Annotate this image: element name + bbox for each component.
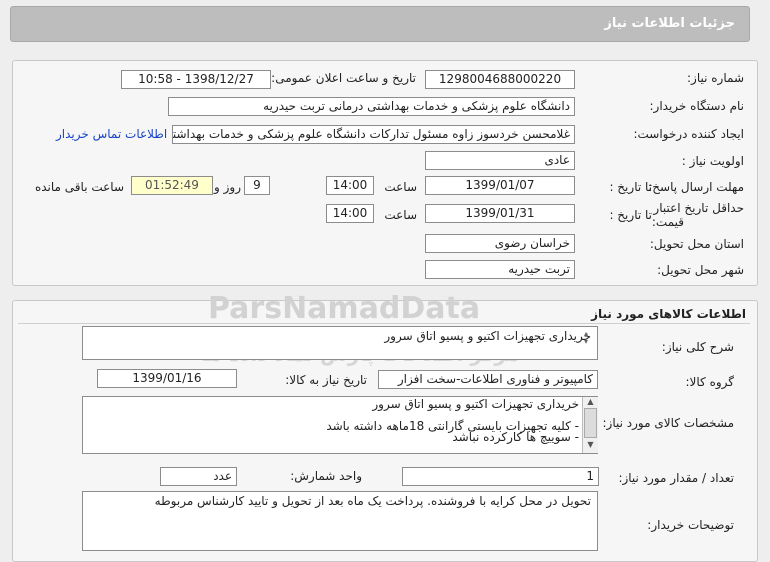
validity-label-line1: حداقل تاریخ اعتبار — [653, 201, 744, 215]
desc-scroll-arrows-icon[interactable]: ▴ ▾ — [584, 330, 588, 346]
goods-group-label: گروه کالا: — [685, 375, 735, 389]
reply-hour-label: ساعت — [384, 180, 417, 194]
scroll-thumb[interactable] — [584, 408, 597, 438]
reply-date-field: 1399/01/07 — [425, 176, 575, 195]
desc-text: خریداری تجهیزات اکتیو و پسیو اتاق سرور — [384, 329, 591, 343]
announce-field: 1398/12/27 - 10:58 — [121, 70, 271, 89]
buyer-notes-label: توضیحات خریدار: — [647, 518, 734, 532]
creator-label: ایجاد کننده درخواست: — [633, 127, 744, 141]
qty-label: تعداد / مقدار مورد نیاز: — [618, 471, 734, 485]
need-number-label: شماره نیاز: — [687, 71, 744, 85]
buyer-notes-text: تحویل در محل کرایه با فروشنده. پرداخت یک… — [154, 494, 591, 508]
reply-time-field: 14:00 — [326, 176, 374, 195]
validity-to-date-label: تا تاریخ : — [609, 208, 652, 222]
desc-field: خریداری تجهیزات اکتیو و پسیو اتاق سرور — [82, 326, 598, 360]
reply-to-date-label: تا تاریخ : — [609, 180, 652, 194]
unit-field: عدد — [160, 467, 237, 486]
spec-line: خریداری تجهیزات اکتیو و پسیو اتاق سرور — [372, 397, 579, 411]
city-field: تربت حیدریه — [425, 260, 575, 279]
validity-label-line2: قیمت: — [651, 215, 684, 229]
remaining-label: ساعت باقی مانده — [34, 180, 124, 194]
buyer-org-field: دانشگاه علوم پزشکی و خدمات بهداشتی درمان… — [168, 97, 575, 116]
priority-field: عادی — [425, 151, 575, 170]
priority-label: اولویت نیاز : — [681, 154, 744, 168]
city-label: شهر محل تحویل: — [657, 263, 744, 277]
validity-hour-label: ساعت — [384, 208, 417, 222]
announce-label: تاریخ و ساعت اعلان عمومی: — [271, 71, 416, 85]
validity-time-field: 14:00 — [326, 204, 374, 223]
page-title: جزئیات اطلاعات نیاز — [604, 16, 735, 31]
remaining-time-field: 01:52:49 — [131, 176, 213, 195]
goods-group-field: کامپیوتر و فناوری اطلاعات-سخت افزار — [378, 370, 598, 389]
need-date-field: 1399/01/16 — [97, 369, 237, 388]
spec-scrollbar[interactable]: ▲ ▼ — [582, 397, 598, 453]
creator-field: غلامحسن خردسوز زاوه مسئول تدارکات دانشگا… — [172, 125, 575, 144]
buyer-org-label: نام دستگاه خریدار: — [649, 99, 745, 113]
validity-date-field: 1399/01/31 — [425, 204, 575, 223]
province-field: خراسان رضوی — [425, 234, 575, 253]
goods-section-title: اطلاعات کالاهای مورد نیاز — [591, 307, 746, 321]
spec-line: - سوییچ ها کارکرده نباشد — [452, 430, 579, 444]
day-and-label: روز و — [214, 180, 241, 194]
need-number-field: 1298004688000220 — [425, 70, 575, 89]
unit-label: واحد شمارش: — [290, 469, 362, 483]
goods-section-divider — [18, 323, 750, 324]
page-header: جزئیات اطلاعات نیاز — [10, 6, 750, 42]
buyer-notes-field: تحویل در محل کرایه با فروشنده. پرداخت یک… — [82, 491, 598, 551]
need-date-label: تاریخ نیاز به کالا: — [285, 373, 367, 387]
scroll-up-icon[interactable]: ▲ — [583, 397, 598, 406]
reply-deadline-label: مهلت ارسال پاسخ: — [648, 180, 744, 194]
buyer-contact-link[interactable]: اطلاعات تماس خریدار — [56, 127, 167, 141]
scroll-down-icon[interactable]: ▼ — [583, 440, 598, 449]
days-remaining-field: 9 — [244, 176, 270, 195]
province-label: استان محل تحویل: — [649, 237, 744, 251]
qty-field: 1 — [402, 467, 599, 486]
spec-label: مشخصات کالای مورد نیاز: — [602, 416, 734, 430]
need-info-panel — [12, 60, 758, 286]
desc-label: شرح کلی نیاز: — [661, 340, 734, 354]
spec-field: خریداری تجهیزات اکتیو و پسیو اتاق سرور -… — [82, 396, 598, 454]
